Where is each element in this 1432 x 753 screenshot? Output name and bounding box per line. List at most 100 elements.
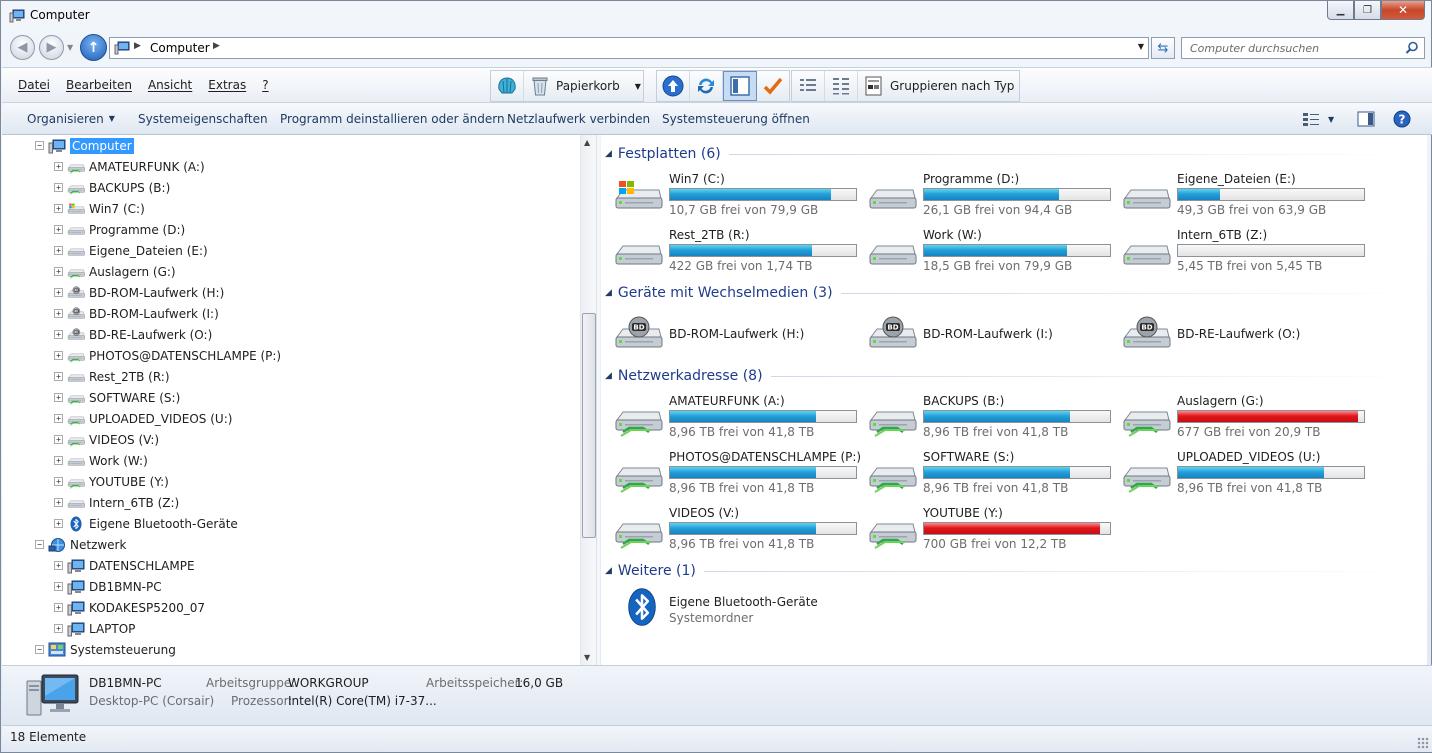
- uninstall-program-button[interactable]: Programm deinstallieren oder ändern: [280, 112, 505, 126]
- collapse-icon[interactable]: −: [35, 141, 44, 150]
- history-dropdown-icon[interactable]: ▼: [67, 43, 73, 52]
- toolbar-up-button[interactable]: [657, 71, 690, 101]
- help-button[interactable]: ?: [1393, 109, 1411, 129]
- search-box[interactable]: [1181, 37, 1425, 59]
- collapse-group-icon[interactable]: ◢: [605, 566, 612, 576]
- maximize-button[interactable]: ❐: [1354, 1, 1381, 20]
- search-icon[interactable]: [1405, 41, 1419, 55]
- drive-tile[interactable]: PHOTOS@DATENSCHLAMPE (P:) 8,96 TB frei vo…: [601, 448, 861, 498]
- menu-view[interactable]: Ansicht: [148, 78, 192, 92]
- expand-icon[interactable]: +: [54, 372, 63, 381]
- expand-icon[interactable]: +: [54, 267, 63, 276]
- expand-icon[interactable]: +: [54, 393, 63, 402]
- collapse-group-icon[interactable]: ◢: [605, 288, 612, 298]
- expand-icon[interactable]: +: [54, 330, 63, 339]
- drive-tile[interactable]: SOFTWARE (S:) 8,96 TB frei von 41,8 TB: [855, 448, 1111, 498]
- drive-tile[interactable]: Rest_2TB (R:) 422 GB frei von 1,74 TB: [601, 226, 857, 276]
- drive-tile[interactable]: VIDEOS (V:) 8,96 TB frei von 41,8 TB: [601, 504, 857, 554]
- tree-item[interactable]: + DB1BMN-PC: [54, 576, 162, 597]
- tree-item[interactable]: + AMATEURFUNK (A:): [54, 156, 205, 177]
- menu-file[interactable]: Datei: [18, 78, 50, 92]
- minimize-button[interactable]: ▁: [1327, 1, 1354, 20]
- open-control-panel-button[interactable]: Systemsteuerung öffnen: [662, 112, 810, 126]
- menu-extras[interactable]: Extras: [208, 78, 246, 92]
- expand-icon[interactable]: +: [54, 246, 63, 255]
- collapse-icon[interactable]: −: [35, 540, 44, 549]
- expand-icon[interactable]: +: [54, 519, 63, 528]
- tree-item[interactable]: + YOUTUBE (Y:): [54, 471, 169, 492]
- tree-item[interactable]: − Netzwerk: [35, 534, 126, 555]
- drive-tile[interactable]: Programme (D:) 26,1 GB frei von 94,4 GB: [855, 170, 1111, 220]
- back-button[interactable]: ◀: [10, 35, 35, 60]
- close-button[interactable]: ✕: [1381, 1, 1425, 20]
- collapse-icon[interactable]: −: [35, 645, 44, 654]
- expand-icon[interactable]: +: [54, 351, 63, 360]
- scroll-up-icon[interactable]: ▲: [584, 138, 590, 147]
- breadcrumb-computer[interactable]: Computer: [150, 41, 210, 55]
- title-bar[interactable]: Computer ▁ ❐ ✕: [1, 1, 1431, 31]
- system-properties-button[interactable]: Systemeigenschaften: [138, 112, 268, 126]
- drive-tile[interactable]: YOUTUBE (Y:) 700 GB frei von 12,2 TB: [855, 504, 1111, 554]
- tree-item[interactable]: + BD BD-ROM-Laufwerk (H:): [54, 282, 224, 303]
- tree-item[interactable]: + UPLOADED_VIDEOS (U:): [54, 408, 232, 429]
- drive-tile[interactable]: Intern_6TB (Z:) 5,45 TB frei von 5,45 TB: [1109, 226, 1365, 276]
- expand-icon[interactable]: +: [54, 414, 63, 423]
- drive-tile[interactable]: Work (W:) 18,5 GB frei von 79,9 GB: [855, 226, 1111, 276]
- tree-item[interactable]: + DATENSCHLAMPE: [54, 555, 195, 576]
- expand-icon[interactable]: +: [54, 624, 63, 633]
- refresh-button[interactable]: ⇆: [1151, 37, 1175, 59]
- expand-icon[interactable]: +: [54, 498, 63, 507]
- tree-item[interactable]: + Programme (D:): [54, 219, 185, 240]
- expand-icon[interactable]: +: [54, 477, 63, 486]
- tree-item[interactable]: + Work (W:): [54, 450, 148, 471]
- up-button[interactable]: ↑: [80, 34, 107, 61]
- toolbar-check-button[interactable]: [757, 71, 789, 101]
- tree-item[interactable]: + BD BD-ROM-Laufwerk (I:): [54, 303, 219, 324]
- shell-button[interactable]: [491, 71, 524, 101]
- tree-item[interactable]: + Eigene_Dateien (E:): [54, 240, 208, 261]
- tree-item[interactable]: + KODAKESP5200_07: [54, 597, 205, 618]
- preview-pane-toggle-button[interactable]: [1357, 109, 1375, 129]
- expand-icon[interactable]: +: [54, 225, 63, 234]
- collapse-group-icon[interactable]: ◢: [605, 371, 612, 381]
- organize-button[interactable]: Organisieren ▼: [27, 112, 115, 126]
- map-network-drive-button[interactable]: Netzlaufwerk verbinden: [507, 112, 650, 126]
- expand-icon[interactable]: +: [54, 456, 63, 465]
- tree-item[interactable]: + Intern_6TB (Z:): [54, 492, 179, 513]
- tree-item[interactable]: + PHOTOS@DATENSCHLAMPE (P:): [54, 345, 281, 366]
- expand-icon[interactable]: +: [54, 288, 63, 297]
- tree-item[interactable]: + BACKUPS (B:): [54, 177, 170, 198]
- address-bar[interactable]: ▶ Computer ▶ ▼: [109, 37, 1149, 59]
- expand-icon[interactable]: +: [54, 204, 63, 213]
- toolbar-list-view-button[interactable]: [825, 71, 858, 101]
- address-dropdown-icon[interactable]: ▼: [1138, 42, 1144, 51]
- expand-icon[interactable]: +: [54, 435, 63, 444]
- drive-tile[interactable]: UPLOADED_VIDEOS (U:) 8,96 TB frei von 41,…: [1109, 448, 1365, 498]
- tree-item[interactable]: + SOFTWARE (S:): [54, 387, 180, 408]
- tree-item[interactable]: + BD BD-RE-Laufwerk (O:): [54, 324, 212, 345]
- group-header[interactable]: ◢ Geräte mit Wechselmedien (3): [605, 283, 1420, 303]
- pane-splitter[interactable]: [596, 135, 600, 665]
- group-by-type-button[interactable]: Gruppieren nach Typ: [858, 71, 1019, 101]
- drive-tile[interactable]: Eigene_Dateien (E:) 49,3 GB frei von 63,9…: [1109, 170, 1365, 220]
- menu-edit[interactable]: Bearbeiten: [66, 78, 132, 92]
- tree-item[interactable]: + Win7 (C:): [54, 198, 145, 219]
- drive-tile[interactable]: BD BD-ROM-Laufwerk (H:): [601, 309, 851, 359]
- toolbar-preview-pane-button[interactable]: [723, 71, 757, 101]
- drive-tile[interactable]: Eigene Bluetooth-Geräte Systemordner: [601, 587, 851, 637]
- group-header[interactable]: ◢ Festplatten (6): [605, 144, 1420, 164]
- view-options-button[interactable]: ▼: [1302, 109, 1334, 129]
- menu-help[interactable]: ?: [262, 78, 268, 92]
- tree-item[interactable]: + LAPTOP: [54, 618, 135, 639]
- tree-item[interactable]: + VIDEOS (V:): [54, 429, 159, 450]
- tree-item[interactable]: + Rest_2TB (R:): [54, 366, 170, 387]
- tree-item[interactable]: + Auslagern (G:): [54, 261, 176, 282]
- drive-tile[interactable]: Auslagern (G:) 677 GB frei von 20,9 TB: [1109, 392, 1365, 442]
- drive-tile[interactable]: BD BD-ROM-Laufwerk (I:): [855, 309, 1105, 359]
- scroll-thumb[interactable]: [582, 313, 596, 538]
- expand-icon[interactable]: +: [54, 561, 63, 570]
- tree-item[interactable]: + Eigene Bluetooth-Geräte: [54, 513, 238, 534]
- breadcrumb-separator-icon[interactable]: ▶: [134, 41, 141, 51]
- group-header[interactable]: ◢ Netzwerkadresse (8): [605, 366, 1420, 386]
- drive-tile[interactable]: AMATEURFUNK (A:) 8,96 TB frei von 41,8 TB: [601, 392, 857, 442]
